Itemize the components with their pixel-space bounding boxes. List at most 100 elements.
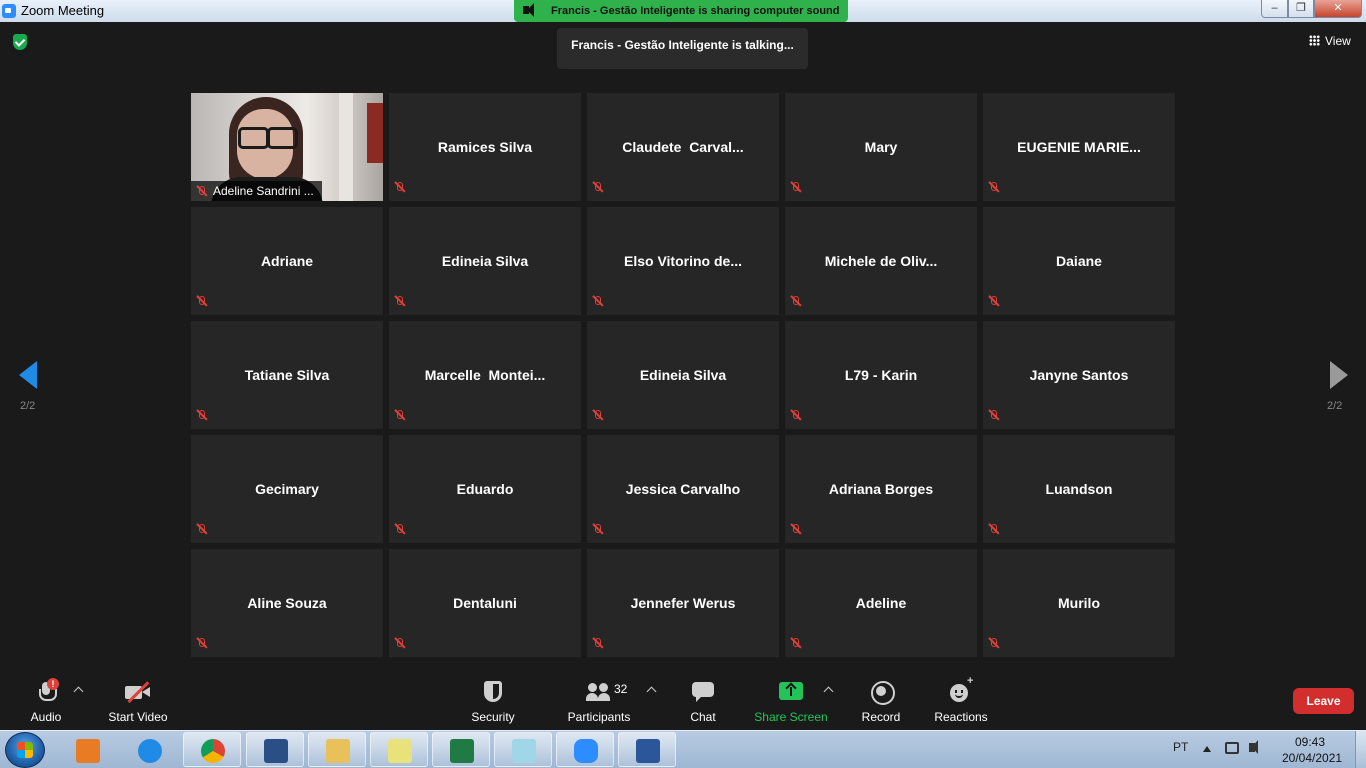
- network-icon[interactable]: [1225, 742, 1239, 754]
- excel-icon[interactable]: [432, 732, 490, 767]
- participant-tile[interactable]: Janyne Santos: [983, 321, 1175, 429]
- leave-meeting-button[interactable]: Leave: [1293, 688, 1354, 714]
- input-language-indicator[interactable]: PT: [1173, 740, 1188, 754]
- muted-mic-icon: [196, 637, 208, 649]
- next-page-arrow-icon[interactable]: [1326, 360, 1352, 392]
- participant-tile[interactable]: Murilo: [983, 549, 1175, 657]
- show-hidden-icons-arrow-icon[interactable]: [1203, 746, 1211, 752]
- sharing-sound-banner[interactable]: Francis - Gestão Inteligente is sharing …: [514, 0, 848, 22]
- share-screen-button[interactable]: Share Screen: [754, 680, 828, 724]
- participant-tile[interactable]: Mary: [785, 93, 977, 201]
- participants-label: Participants: [567, 710, 631, 724]
- participant-tile[interactable]: Elso Vitorino de...: [587, 207, 779, 315]
- security-shield-icon: [483, 680, 503, 704]
- smiley-plus-icon: +: [949, 675, 973, 704]
- minimize-button[interactable]: –: [1261, 0, 1288, 18]
- muted-mic-icon: [394, 295, 406, 307]
- participant-tile[interactable]: Jessica Carvalho: [587, 435, 779, 543]
- close-button[interactable]: ✕: [1314, 0, 1362, 18]
- muted-mic-icon: [988, 295, 1000, 307]
- speaker-icon: [523, 3, 534, 17]
- page-indicator-right: 2/2: [1327, 400, 1343, 412]
- maximize-button[interactable]: ❐: [1288, 0, 1314, 18]
- participant-name: Daiane: [1056, 253, 1102, 269]
- media-player-icon[interactable]: [58, 732, 116, 767]
- participant-tile[interactable]: Ramices Silva: [389, 93, 581, 201]
- participant-tile[interactable]: Marcelle Montei...: [389, 321, 581, 429]
- participant-name: Marcelle Montei...: [424, 367, 546, 383]
- participant-tile[interactable]: Jennefer Werus: [587, 549, 779, 657]
- start-video-button[interactable]: Start Video: [104, 680, 172, 724]
- word-icon[interactable]: [618, 732, 676, 767]
- windows-logo-icon: [17, 742, 33, 758]
- muted-mic-icon: [394, 637, 406, 649]
- previous-page-arrow-icon[interactable]: [16, 360, 42, 392]
- record-button[interactable]: Record: [858, 680, 904, 724]
- participant-video-tile[interactable]: Adeline Sandrini ...: [191, 93, 383, 201]
- participant-tile[interactable]: Adriana Borges: [785, 435, 977, 543]
- participant-tile[interactable]: Michele de Oliv...: [785, 207, 977, 315]
- participant-name: Mary: [864, 139, 898, 155]
- view-button[interactable]: View: [1309, 34, 1351, 50]
- volume-icon[interactable]: [1249, 740, 1258, 754]
- share-arrow-stem: [790, 687, 792, 696]
- reactions-label: Reactions: [934, 710, 988, 724]
- plus-icon: +: [967, 675, 974, 687]
- zoom-icon[interactable]: [556, 732, 614, 767]
- clock-time[interactable]: 09:43: [1295, 735, 1325, 749]
- muted-mic-icon: [988, 409, 1000, 421]
- participant-tile[interactable]: Edineia Silva: [587, 321, 779, 429]
- participant-tile[interactable]: Eduardo: [389, 435, 581, 543]
- participant-name: EUGENIE MARIE...: [1017, 139, 1141, 155]
- participant-glasses: [235, 127, 298, 149]
- meeting-info-shield-icon[interactable]: [13, 34, 27, 50]
- participant-tile[interactable]: L79 - Karin: [785, 321, 977, 429]
- chrome-icon[interactable]: [183, 732, 241, 767]
- participant-tile[interactable]: Gecimary: [191, 435, 383, 543]
- participant-name: Adeline Sandrini ...: [213, 184, 314, 198]
- muted-mic-icon: [988, 523, 1000, 535]
- reactions-button[interactable]: + Reactions: [932, 675, 990, 724]
- participant-tile[interactable]: Aline Souza: [191, 549, 383, 657]
- chat-bubble-icon: [691, 680, 715, 704]
- muted-mic-icon: [196, 409, 208, 421]
- security-button[interactable]: Security: [466, 680, 520, 724]
- participants-count: 32: [614, 682, 628, 696]
- muted-mic-icon: [592, 181, 604, 193]
- muted-mic-icon: [790, 181, 802, 193]
- grid-icon: [1309, 35, 1320, 46]
- participant-name: Dentaluni: [453, 595, 517, 611]
- audio-options-chevron-up-icon[interactable]: [73, 686, 84, 697]
- show-desktop-button[interactable]: [1355, 731, 1366, 768]
- windows-taskbar: [0, 730, 1366, 768]
- participants-options-chevron-up-icon[interactable]: [646, 686, 657, 697]
- participant-tile[interactable]: Claudete Carval...: [587, 93, 779, 201]
- start-button[interactable]: [5, 732, 45, 768]
- participant-tile[interactable]: EUGENIE MARIE...: [983, 93, 1175, 201]
- muted-mic-icon: [592, 523, 604, 535]
- participant-tile[interactable]: Tatiane Silva: [191, 321, 383, 429]
- participant-tile[interactable]: Adriane: [191, 207, 383, 315]
- participant-tile[interactable]: Luandson: [983, 435, 1175, 543]
- muted-mic-icon: [592, 295, 604, 307]
- participant-tile[interactable]: Edineia Silva: [389, 207, 581, 315]
- audio-button[interactable]: Audio: [24, 680, 68, 724]
- clock-date[interactable]: 20/04/2021: [1282, 751, 1342, 765]
- video-background-shelf: [367, 103, 383, 163]
- notepad-icon[interactable]: [494, 732, 552, 767]
- participant-name: Edineia Silva: [441, 253, 529, 269]
- internet-explorer-icon[interactable]: [120, 732, 178, 767]
- participant-tile[interactable]: Adeline: [785, 549, 977, 657]
- participant-tile[interactable]: Daiane: [983, 207, 1175, 315]
- muted-mic-icon: [196, 523, 208, 535]
- talking-indicator: Francis - Gestão Inteligente is talking.…: [557, 28, 808, 69]
- chat-button[interactable]: Chat: [684, 680, 722, 724]
- participant-name: Claudete Carval...: [622, 139, 744, 155]
- sticky-notes-icon[interactable]: [370, 732, 428, 767]
- participant-name: Adriane: [260, 253, 314, 269]
- remote-desktop-icon[interactable]: [246, 732, 304, 767]
- participant-name: Eduardo: [456, 481, 514, 497]
- participant-tile[interactable]: Dentaluni: [389, 549, 581, 657]
- file-explorer-icon[interactable]: [308, 732, 366, 767]
- video-camera-off-icon: [125, 680, 151, 704]
